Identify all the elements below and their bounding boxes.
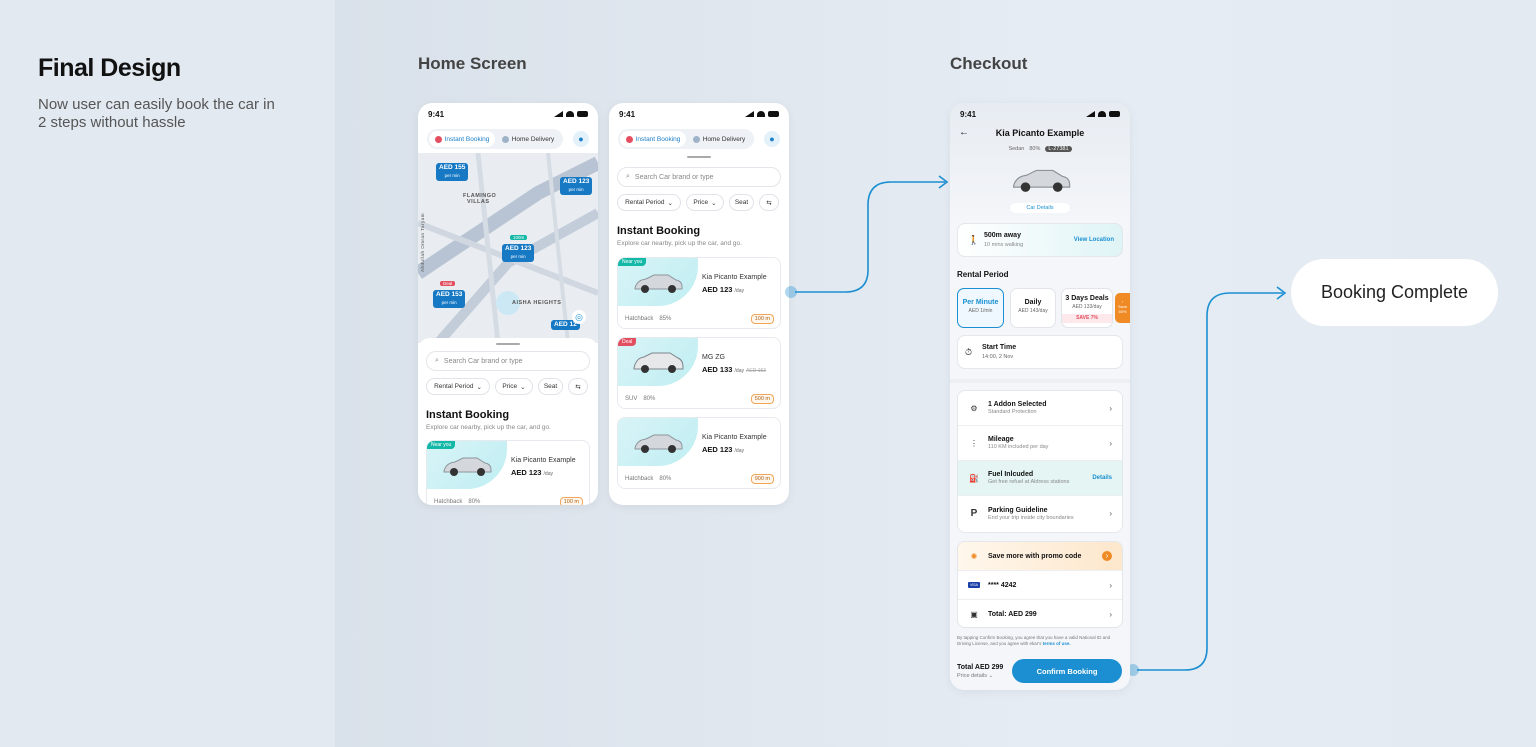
walking-time: 10 mins walking: [984, 242, 1024, 248]
chevron-right-icon: ›: [1109, 509, 1112, 518]
chevron-right-icon: ›: [1109, 610, 1112, 619]
fuel-icon: ⛽: [969, 473, 979, 483]
period-name: Daily: [1024, 299, 1042, 306]
card-number: **** 4242: [988, 581, 1017, 589]
row-subtitle: Standard Protection: [988, 409, 1037, 415]
card-row[interactable]: VISA **** 4242 ›: [958, 571, 1122, 600]
row-subtitle: 110 KM included per day: [988, 444, 1049, 450]
period-unit: /day: [1092, 304, 1102, 310]
total-label: Total: AED 299: [988, 611, 1037, 618]
period-daily[interactable]: Daily AED 143/day: [1010, 288, 1056, 328]
period-price: AED 133: [1072, 304, 1093, 310]
visa-icon: VISA: [968, 582, 980, 588]
promo-label: Save more with promo code: [988, 552, 1082, 560]
period-price: AED 143: [1018, 308, 1039, 314]
cash-icon: ▣: [970, 610, 978, 619]
row-title: Mileage: [988, 436, 1014, 443]
start-time-value: 14:00, 2 Nov: [982, 354, 1014, 360]
payment-card: ✺ Save more with promo code › VISA **** 424…: [957, 541, 1123, 628]
clock-icon: ⏱: [965, 347, 973, 357]
car-details-link[interactable]: Car Details: [1010, 203, 1070, 213]
car-title: Kia Picanto Example: [995, 128, 1085, 138]
chevron-right-icon: ›: [1109, 580, 1112, 590]
car-type: Sedan: [1008, 146, 1025, 152]
details-link[interactable]: Details: [1092, 475, 1112, 481]
promo-icon: ✺: [970, 551, 978, 561]
location-card: 🚶 500m away 10 mins walking View Locatio…: [957, 223, 1123, 257]
fuel-row[interactable]: ⛽ Fuel Inlcuded Get free refuel at Aldress…: [958, 461, 1122, 496]
row-subtitle: End your trip inside city boundaries: [988, 514, 1074, 521]
terms-text: By tapping Confirm Booking, you agree th…: [957, 635, 1125, 647]
period-per-minute[interactable]: Per Minute AED 1/min: [957, 288, 1004, 328]
walking-icon: 🚶: [968, 235, 980, 245]
period-name: 3 Days Deals: [1065, 295, 1109, 302]
total-price: Total AED 299: [957, 664, 1004, 671]
car-specs: Sedan 80% L-27381: [950, 146, 1130, 152]
period-price: AED 1: [968, 308, 983, 314]
checkout-phone: 9:41 ← Kia Picanto Example Sedan 80% L-2…: [950, 103, 1130, 690]
status-bar: 9:41: [950, 103, 1130, 125]
status-time: 9:41: [960, 109, 977, 119]
view-location-link[interactable]: View Location: [1074, 237, 1114, 243]
mileage-row[interactable]: ⋮ Mileage 110 KM included per day ›: [958, 426, 1122, 461]
peek-label: Save 50%: [1117, 304, 1128, 314]
divider: [950, 379, 1130, 383]
car-image: [1012, 169, 1071, 192]
row-title: 1 Addon Selected: [988, 401, 1047, 408]
period-3-days[interactable]: 3 Days Deals AED 133/day SAVE 7%: [1061, 288, 1113, 328]
addon-icon: ⚙: [970, 403, 978, 413]
row-title: Parking Guideline: [988, 506, 1048, 514]
chevron-right-icon: ›: [1102, 551, 1112, 561]
mileage-icon: ⋮: [970, 438, 978, 448]
car-fuel: 80%: [1029, 146, 1041, 152]
row-title: Fuel Inlcuded: [988, 471, 1034, 478]
total-row[interactable]: ▣ Total: AED 299 ›: [958, 600, 1122, 627]
period-name: Per Minute: [962, 299, 999, 306]
parking-row[interactable]: P Parking Guideline End your trip inside c…: [958, 496, 1122, 531]
start-time-card[interactable]: ⏱ Start Time 14:00, 2 Nov: [957, 335, 1123, 369]
chevron-right-icon: ›: [1109, 438, 1112, 448]
addon-row[interactable]: ⚙ 1 Addon Selected Standard Protection ›: [958, 391, 1122, 426]
period-unit: /min: [983, 308, 993, 314]
period-unit: /day: [1038, 308, 1048, 314]
parking-icon: P: [970, 508, 978, 519]
terms-body: By tapping Confirm Booking, you agree th…: [957, 635, 1111, 646]
plate-badge: L-27381: [1045, 146, 1072, 152]
status-icons: [1086, 111, 1120, 117]
start-time-label: Start Time: [982, 344, 1017, 351]
chevron-down-icon: ⌄: [988, 673, 994, 679]
options-card: ⚙ 1 Addon Selected Standard Protection › ⋮ M…: [957, 390, 1123, 533]
price-details-label: Price details: [957, 673, 987, 679]
row-subtitle: Get free refuel at Aldress stations: [988, 479, 1070, 485]
price-details-link[interactable]: Price details ⌄: [957, 673, 993, 679]
booking-complete-pill: Booking Complete: [1291, 259, 1498, 326]
confirm-booking-button[interactable]: Confirm Booking: [1012, 659, 1122, 683]
save-badge: SAVE 7%: [1062, 314, 1112, 323]
flow-arrows: [785, 175, 1287, 676]
chevron-right-icon: ›: [1109, 403, 1112, 413]
terms-link[interactable]: terms of use.: [1043, 641, 1071, 646]
promo-row[interactable]: ✺ Save more with promo code ›: [958, 542, 1122, 571]
rental-period-label: Rental Period: [957, 270, 1009, 279]
distance-away: 500m away: [984, 232, 1021, 239]
next-period-peek[interactable]: › Save 50%: [1115, 293, 1130, 323]
